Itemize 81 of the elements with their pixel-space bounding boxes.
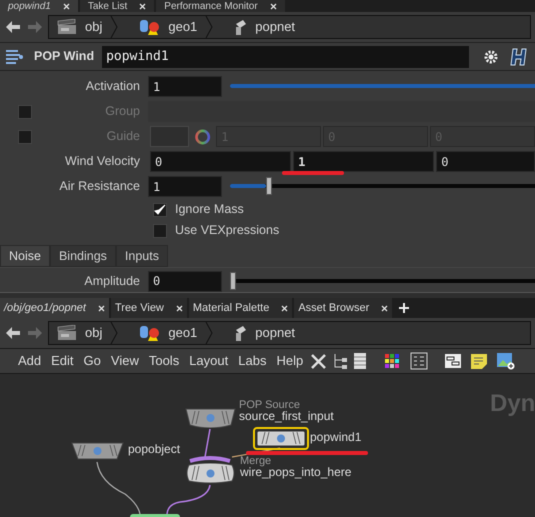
node-name-label: popobject — [128, 442, 180, 456]
pane-tab[interactable]: Asset Browser — [294, 298, 392, 318]
path-segment[interactable]: obj — [85, 323, 102, 343]
checkbox[interactable] — [153, 224, 167, 238]
tab-close-icon[interactable] — [176, 304, 183, 312]
parameter-label: Group — [105, 103, 140, 120]
pane-tab[interactable]: Material Palette — [188, 298, 292, 318]
path-segment[interactable]: geo1 — [168, 17, 198, 37]
node-type-label: POP Wind — [33, 48, 96, 66]
value-field[interactable]: 1 — [148, 76, 222, 97]
tab-close-icon[interactable] — [281, 304, 288, 312]
toggle-label[interactable]: Ignore Mass — [175, 200, 244, 219]
network-node[interactable] — [71, 442, 124, 460]
network-box-icon[interactable] — [443, 352, 464, 370]
parameter-label: Wind Velocity — [64, 153, 140, 170]
color-swatch[interactable] — [150, 126, 189, 147]
path-segment[interactable]: geo1 — [168, 323, 198, 343]
parameter-tab[interactable]: Bindings — [50, 245, 116, 267]
clapperboard-icon — [57, 325, 77, 341]
tab-close-icon[interactable] — [381, 304, 388, 312]
value-field[interactable]: 0 — [150, 151, 292, 172]
parameter-tab[interactable]: Inputs — [116, 245, 168, 267]
pane-tab[interactable]: Take List — [80, 0, 154, 12]
parameter-label: Guide — [106, 128, 140, 146]
clapperboard-icon — [57, 19, 77, 35]
path-segment[interactable]: popnet — [255, 17, 296, 37]
pane-tab[interactable]: Tree View — [110, 298, 187, 318]
menu-item[interactable]: Add — [14, 351, 46, 371]
image-add-icon[interactable] — [495, 352, 516, 370]
pane-tab[interactable]: /obj/geo1/popnet — [0, 298, 109, 318]
shapes-icon — [138, 324, 160, 342]
sticky-note-icon[interactable] — [469, 352, 490, 370]
shapes-icon — [138, 18, 160, 36]
merge-input-bar[interactable] — [189, 456, 231, 463]
value-field[interactable]: 0 — [436, 151, 535, 172]
path-segment[interactable]: popnet — [255, 323, 296, 343]
back-arrow-icon[interactable] — [4, 19, 22, 35]
network-node[interactable] — [185, 463, 236, 484]
annotation-underline — [282, 171, 344, 175]
menu-item[interactable]: View — [106, 351, 143, 371]
slider-handle[interactable] — [266, 177, 272, 195]
toggle-label[interactable]: Use VEXpressions — [175, 221, 280, 240]
tab-close-icon[interactable] — [98, 304, 105, 312]
node-name-field[interactable]: popwind1 — [102, 46, 469, 68]
layout-icon[interactable] — [409, 352, 430, 370]
node-wire — [204, 428, 211, 458]
parameter-label: Air Resistance — [59, 178, 140, 196]
parameter-label: Amplitude — [84, 272, 140, 290]
slider-handle[interactable] — [230, 272, 236, 290]
tab-close-icon[interactable] — [270, 2, 277, 10]
color-wheel-icon[interactable] — [192, 126, 212, 146]
back-arrow-icon[interactable] — [4, 325, 22, 341]
node-name-label: popwind1 — [310, 430, 362, 444]
pane-tab[interactable]: Performance Monitor — [156, 0, 285, 12]
value-field[interactable]: 1 — [293, 151, 434, 172]
menu-item[interactable]: Help — [272, 351, 308, 371]
network-background[interactable] — [0, 374, 535, 517]
check-icon — [154, 204, 166, 216]
network-node-icon — [233, 324, 248, 342]
menu-item[interactable]: Go — [80, 351, 105, 371]
node-wire — [166, 484, 211, 514]
network-node[interactable] — [255, 429, 307, 448]
node-type-label: POP Source — [239, 400, 300, 411]
menu-item[interactable]: Layout — [185, 351, 232, 371]
node-name-label: wire_pops_into_here — [240, 465, 352, 479]
parameter-label: Activation — [86, 78, 140, 96]
checkbox[interactable] — [153, 202, 167, 216]
menu-item[interactable]: Edit — [47, 351, 78, 371]
tab-close-icon[interactable] — [139, 2, 146, 10]
path-segment[interactable]: obj — [85, 17, 102, 37]
network-node-icon — [233, 18, 248, 36]
node-type-label: Merge — [240, 456, 272, 467]
value-field[interactable]: 1 — [148, 176, 222, 197]
tab-close-icon[interactable] — [62, 2, 70, 10]
value-field[interactable]: 0 — [148, 270, 222, 292]
pane-tab[interactable]: popwind1 — [0, 0, 78, 12]
node-wire — [96, 462, 141, 514]
node-name-label: source_first_input — [239, 409, 334, 423]
menu-item[interactable]: Tools — [144, 351, 184, 371]
parameter-tab[interactable]: Noise — [0, 245, 50, 267]
menu-item[interactable]: Labs — [234, 351, 270, 371]
